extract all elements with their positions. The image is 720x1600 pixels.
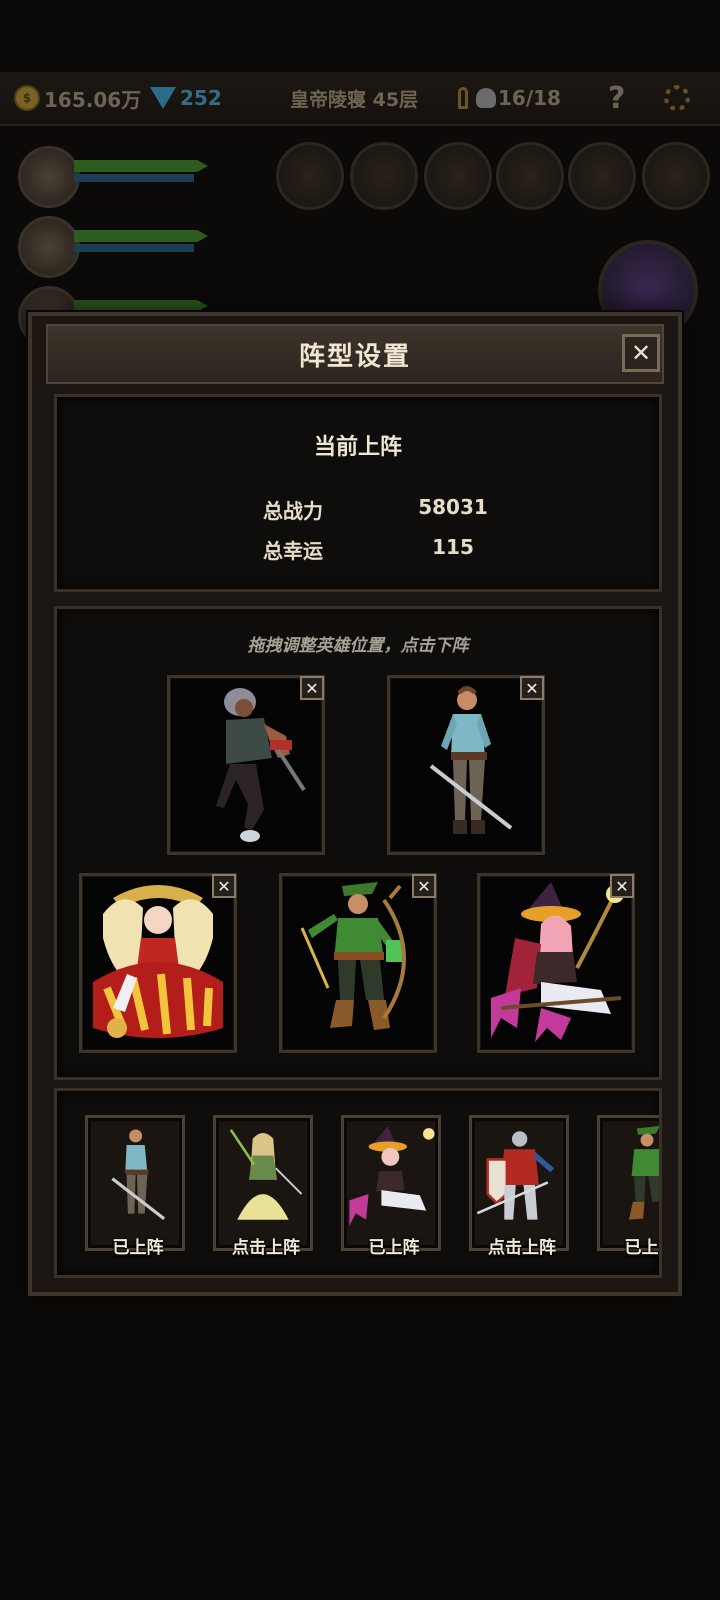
red-knight-portrait: [476, 1131, 555, 1220]
key-icon: [458, 87, 468, 109]
gold-amount: 165.06万: [44, 87, 142, 112]
roster-card-4[interactable]: 点击上阵: [469, 1115, 569, 1258]
total-luck-value: 115: [432, 535, 474, 559]
formation-slot-5[interactable]: ✕: [477, 873, 635, 1053]
close-button[interactable]: ✕: [622, 334, 660, 372]
elf-priestess-portrait: [229, 1128, 303, 1220]
remove-hero-button[interactable]: ✕: [520, 676, 544, 700]
formation-slot-1[interactable]: ✕: [167, 675, 325, 855]
roster-status: 已上阵: [624, 1238, 660, 1258]
close-icon: ✕: [630, 339, 652, 367]
pink-witch-portrait: [491, 882, 624, 1042]
kill-count: 16/18: [498, 86, 561, 110]
gear-icon: [664, 85, 690, 111]
swordsman-portrait: [111, 1129, 166, 1220]
close-icon: ✕: [525, 678, 539, 698]
formation-panel: 拖拽调整英雄位置，点击下阵 ✕ ✕ ✕ ✕ ✕: [54, 606, 662, 1080]
green-archer-portrait: [300, 882, 406, 1030]
gold-counter: $ 165.06万: [14, 72, 141, 124]
roster-status: 点击上阵: [232, 1238, 300, 1258]
remove-hero-button[interactable]: ✕: [212, 874, 236, 898]
skull-icon: [476, 88, 496, 108]
stage-name: 皇帝陵寝 45层: [290, 88, 419, 111]
hero-status-1: [18, 146, 218, 208]
hp-bar: [74, 300, 208, 312]
pink-witch-portrait: [349, 1125, 435, 1226]
formation-slot-2[interactable]: ✕: [387, 675, 545, 855]
formation-hint: 拖拽调整英雄位置，点击下阵: [247, 636, 469, 656]
diamond-amount: 252: [180, 86, 222, 110]
diamond-counter: 252: [150, 72, 222, 124]
roster-status: 点击上阵: [488, 1238, 556, 1258]
roster-status: 已上阵: [112, 1238, 164, 1258]
mp-bar: [74, 244, 194, 252]
equip-slot-leaf: [350, 142, 418, 210]
remove-hero-button[interactable]: ✕: [300, 676, 324, 700]
close-icon: ✕: [417, 876, 431, 896]
roster-card-2[interactable]: 点击上阵: [213, 1115, 313, 1258]
formation-slot-4[interactable]: ✕: [279, 873, 437, 1053]
equip-slot-mask: [568, 142, 636, 210]
swordsman-portrait: [429, 686, 513, 834]
top-resource-bar: $ 165.06万 252 皇帝陵寝 45层 16/18 ?: [0, 72, 720, 126]
kill-counter: 16/18: [458, 72, 561, 124]
total-power-value: 58031: [418, 495, 488, 519]
total-power-label: 总战力: [263, 499, 323, 523]
hero-status-2: [18, 216, 218, 278]
green-archer-portrait: [629, 1125, 659, 1220]
close-icon: ✕: [615, 876, 629, 896]
equip-slot-empty: [496, 142, 564, 210]
hero-portrait: [18, 146, 80, 208]
formation-slot-3[interactable]: ✕: [79, 873, 237, 1053]
golden-maiden-portrait: [93, 885, 223, 1038]
roster-card-5[interactable]: 已上阵: [597, 1115, 659, 1258]
remove-hero-button[interactable]: ✕: [412, 874, 436, 898]
coin-icon: $: [14, 85, 40, 111]
equip-slot-book: [424, 142, 492, 210]
settings-button[interactable]: [664, 72, 690, 124]
hero-portrait: [18, 216, 80, 278]
close-icon: ✕: [217, 876, 231, 896]
diamond-icon: [150, 87, 176, 109]
hero-roster: 已上阵 点击上阵 已上阵 点击上阵 已上: [54, 1088, 662, 1278]
remove-hero-button[interactable]: ✕: [610, 874, 634, 898]
dialog-title: 阵型设置: [298, 341, 411, 372]
total-luck-label: 总幸运: [263, 539, 323, 563]
hp-bar: [74, 160, 208, 172]
roster-card-3[interactable]: 已上阵: [341, 1115, 441, 1258]
hp-bar: [74, 230, 208, 242]
help-icon[interactable]: ?: [608, 72, 625, 124]
dialog-header: 阵型设置: [46, 324, 664, 384]
roster-status: 已上阵: [368, 1238, 420, 1258]
close-icon: ✕: [305, 678, 319, 698]
team-stats-panel: 当前上阵 总战力 58031 总幸运 115: [54, 394, 662, 592]
armored-brawler-portrait: [216, 688, 306, 842]
roster-card-1[interactable]: 已上阵: [85, 1115, 185, 1258]
equip-slot-sword: [276, 142, 344, 210]
equip-slot-pumpkin: [642, 142, 710, 210]
current-team-title: 当前上阵: [313, 435, 402, 460]
formation-dialog: 阵型设置 ✕ 当前上阵 总战力 58031 总幸运 115 拖拽调整英雄位置，点…: [28, 312, 682, 1296]
mp-bar: [74, 174, 194, 182]
